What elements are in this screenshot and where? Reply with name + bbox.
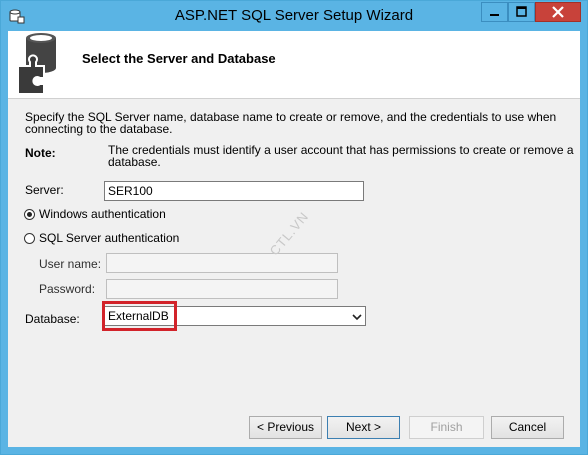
username-label: User name:	[39, 257, 102, 271]
watermark: CTL.VN	[266, 208, 312, 259]
sql-auth-radio[interactable]	[24, 233, 35, 244]
password-input[interactable]	[106, 279, 338, 299]
database-label: Database:	[25, 312, 80, 326]
database-puzzle-icon	[16, 32, 66, 95]
highlight-box	[102, 301, 177, 331]
windows-auth-radio[interactable]	[24, 209, 35, 220]
close-button[interactable]	[535, 2, 581, 22]
close-icon	[536, 6, 580, 24]
maximize-button[interactable]	[508, 2, 535, 22]
password-label: Password:	[39, 282, 96, 296]
minimize-icon	[482, 10, 507, 24]
title-bar[interactable]: ASP.NET SQL Server Setup Wizard	[1, 1, 587, 31]
next-button[interactable]: Next >	[327, 416, 400, 439]
cancel-button[interactable]: Cancel	[491, 416, 564, 439]
intro-text-line2: connecting to the database.	[25, 122, 173, 136]
wizard-body: Select the Server and Database Specify t…	[8, 31, 580, 447]
chevron-down-icon[interactable]	[352, 311, 362, 321]
server-label: Server:	[25, 183, 64, 197]
note-label: Note:	[25, 146, 56, 160]
sql-auth-label[interactable]: SQL Server authentication	[39, 232, 179, 244]
wizard-header: Select the Server and Database	[8, 31, 580, 99]
note-text-line1: The credentials must identify a user acc…	[108, 143, 574, 157]
minimize-button[interactable]	[481, 2, 508, 22]
previous-button[interactable]: < Previous	[249, 416, 322, 439]
server-input[interactable]: SER100	[104, 181, 364, 201]
finish-button[interactable]: Finish	[409, 416, 484, 439]
page-title: Select the Server and Database	[82, 51, 276, 66]
maximize-icon	[509, 6, 534, 24]
wizard-window: ASP.NET SQL Server Setup Wizard Select t…	[0, 0, 588, 455]
note-text-line2: database.	[108, 155, 161, 169]
username-input[interactable]	[106, 253, 338, 273]
radio-selected-dot	[27, 212, 32, 217]
windows-auth-label[interactable]: Windows authentication	[39, 208, 166, 220]
